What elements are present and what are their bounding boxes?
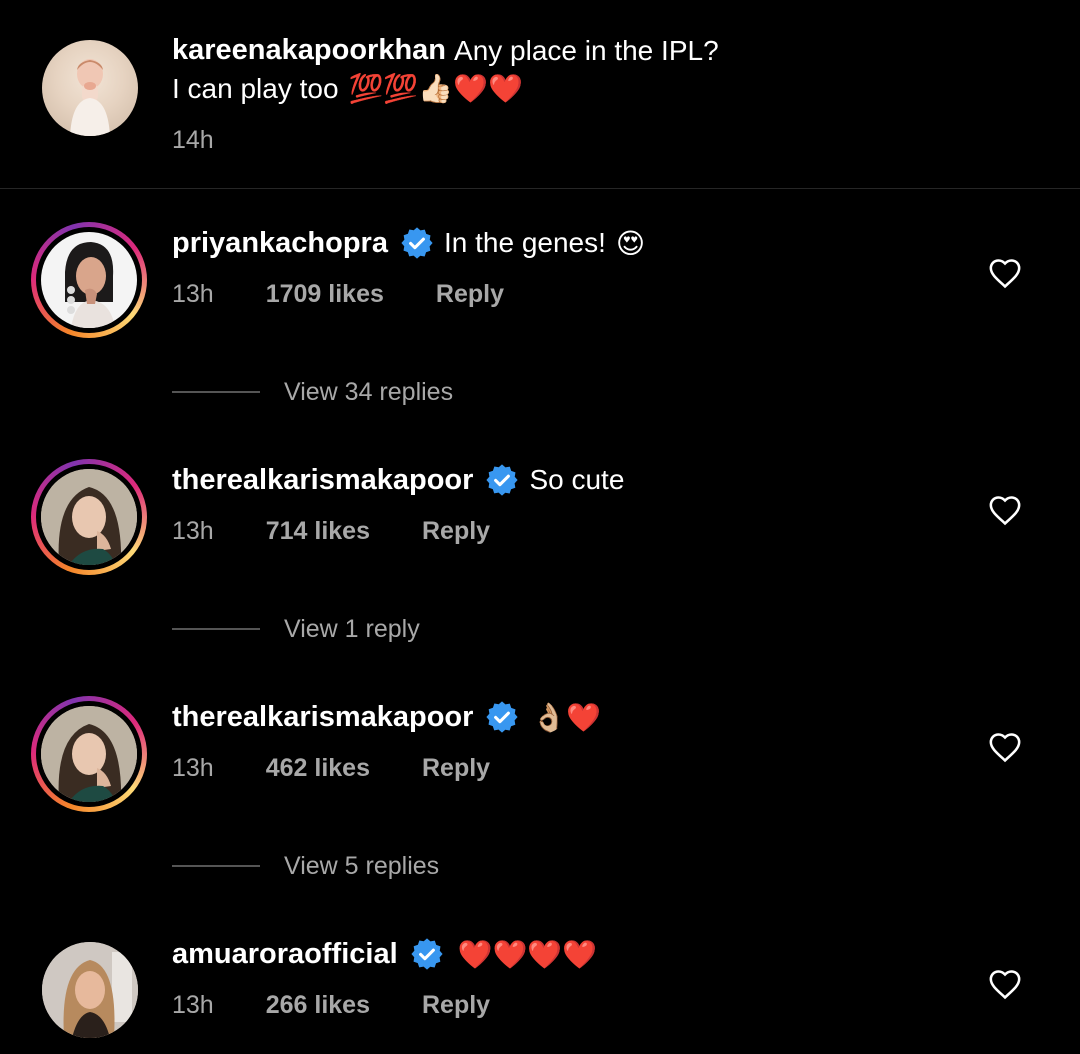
comment-1-view-replies[interactable]: View 34 replies	[284, 378, 453, 407]
comment-4-meta: 13h 266 likes Reply	[172, 991, 490, 1020]
replies-divider-line	[172, 391, 260, 393]
comment-1-reply-button[interactable]: Reply	[436, 280, 504, 309]
replies-divider-line	[172, 865, 260, 867]
priyanka-avatar-image	[65, 242, 115, 328]
comment-2-avatar[interactable]	[31, 459, 147, 575]
caption-time: 14h	[172, 126, 214, 154]
heart-outline-icon[interactable]	[988, 257, 1022, 289]
child-avatar-image	[70, 59, 110, 136]
comment-3-emoji: 👌🏼❤️	[531, 701, 602, 733]
verified-badge-icon	[411, 938, 443, 970]
comment-2-reply-button[interactable]: Reply	[422, 517, 490, 546]
comment-1-likes[interactable]: 1709 likes	[266, 280, 384, 309]
comment-3-meta: 13h 462 likes Reply	[172, 754, 490, 783]
comment-3-username[interactable]: therealkarismakapoor	[172, 701, 473, 734]
caption-line-2: I can play too 💯💯👍🏻❤️❤️	[172, 72, 523, 105]
verified-badge-icon	[486, 464, 519, 496]
replies-divider-line	[172, 628, 260, 630]
verified-badge-icon	[486, 701, 519, 733]
caption-username[interactable]: kareenakapoorkhan	[172, 34, 446, 67]
comment-2-meta: 13h 714 likes Reply	[172, 517, 490, 546]
comment-2-line: therealkarismakapoor So cute	[172, 463, 624, 497]
comment-2-view-replies[interactable]: View 1 reply	[284, 615, 420, 644]
comment-2-likes[interactable]: 714 likes	[266, 517, 370, 546]
comment-4-username[interactable]: amuaroraofficial	[172, 938, 398, 971]
caption-text-line2: I can play too	[172, 72, 339, 104]
comment-3-likes[interactable]: 462 likes	[266, 754, 370, 783]
comment-1-time: 13h	[172, 280, 214, 308]
karisma-avatar-image	[41, 706, 137, 802]
comment-4-likes[interactable]: 266 likes	[266, 991, 370, 1020]
comment-2-username[interactable]: therealkarismakapoor	[172, 464, 473, 497]
comment-3-reply-button[interactable]: Reply	[422, 754, 490, 783]
comment-3-line: therealkarismakapoor 👌🏼❤️	[172, 700, 601, 734]
comment-1-avatar[interactable]	[31, 222, 147, 338]
comment-1-meta: 13h 1709 likes Reply	[172, 280, 504, 309]
heart-outline-icon[interactable]	[988, 968, 1022, 1000]
comment-3-time: 13h	[172, 754, 214, 782]
comment-2-time: 13h	[172, 517, 214, 545]
comment-4-line: amuaroraofficial ❤️❤️❤️❤️	[172, 937, 597, 971]
verified-badge-icon	[401, 227, 433, 259]
comment-1-emoji: 😍	[615, 227, 646, 259]
comment-3-avatar[interactable]	[31, 696, 147, 812]
caption-line-1: kareenakapoorkhan Any place in the IPL?	[172, 34, 719, 67]
caption-divider	[0, 188, 1080, 189]
caption-text-line1: Any place in the IPL?	[454, 34, 719, 66]
comment-1-text: In the genes!	[443, 227, 606, 258]
amu-avatar-image	[42, 942, 138, 1038]
caption-avatar[interactable]	[42, 40, 138, 136]
comment-4-avatar[interactable]	[42, 942, 138, 1038]
comment-1-username[interactable]: priyankachopra	[172, 227, 388, 260]
heart-outline-icon[interactable]	[988, 494, 1022, 526]
comment-2-text: So cute	[529, 464, 625, 495]
heart-outline-icon[interactable]	[988, 731, 1022, 763]
comment-4-emoji: ❤️❤️❤️❤️	[457, 938, 598, 970]
karisma-avatar-image	[41, 469, 137, 565]
comment-4-reply-button[interactable]: Reply	[422, 991, 490, 1020]
comment-4-time: 13h	[172, 991, 214, 1019]
caption-emojis: 💯💯👍🏻❤️❤️	[348, 73, 523, 104]
comment-1-line: priyankachopra In the genes! 😍	[172, 226, 645, 260]
comment-3-view-replies[interactable]: View 5 replies	[284, 852, 439, 881]
